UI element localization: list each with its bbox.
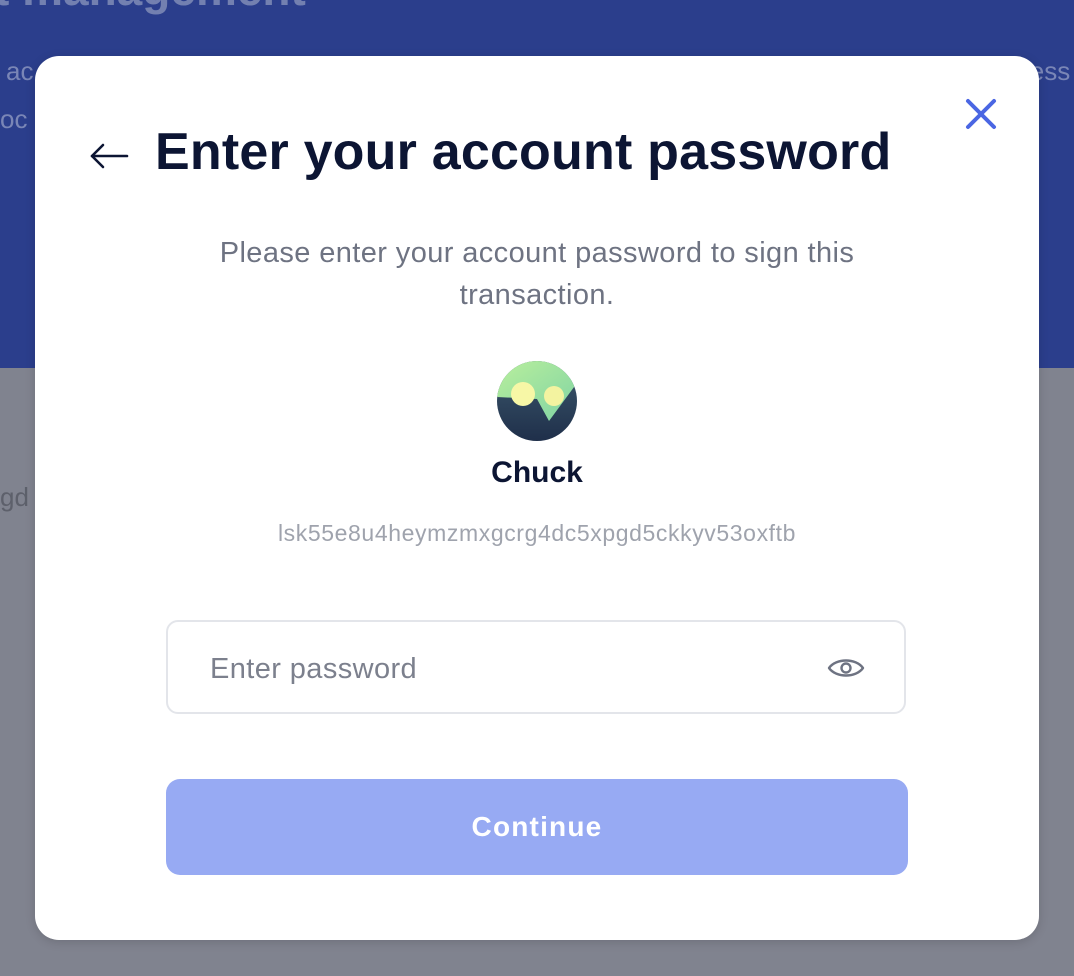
password-modal: Enter your account password Please enter…: [35, 56, 1039, 940]
background-text-line-2: oc: [0, 104, 28, 134]
account-address: lsk55e8u4heymzmxgcrg4dc5xpgd5ckkyv53oxft…: [277, 520, 797, 546]
close-icon: [966, 99, 996, 129]
account-avatar: [497, 361, 577, 441]
back-button[interactable]: [87, 136, 131, 176]
background-text-grey: gd: [0, 482, 29, 512]
modal-title: Enter your account password: [155, 123, 892, 181]
password-field: [166, 620, 906, 714]
toggle-password-visibility-button[interactable]: [824, 648, 868, 688]
background-page-title: t management: [0, 0, 306, 16]
arrow-left-icon: [90, 143, 129, 169]
password-input[interactable]: [208, 644, 812, 694]
account-name: Chuck: [491, 456, 583, 489]
app-root: t management ac oc less gd Enter your ac…: [0, 0, 1074, 976]
modal-subtitle: Please enter your account password to si…: [219, 237, 855, 311]
close-button[interactable]: [959, 92, 1003, 136]
background-text-line-1: ac: [6, 56, 34, 86]
eye-icon: [827, 659, 865, 677]
continue-button[interactable]: Continue: [166, 779, 908, 875]
